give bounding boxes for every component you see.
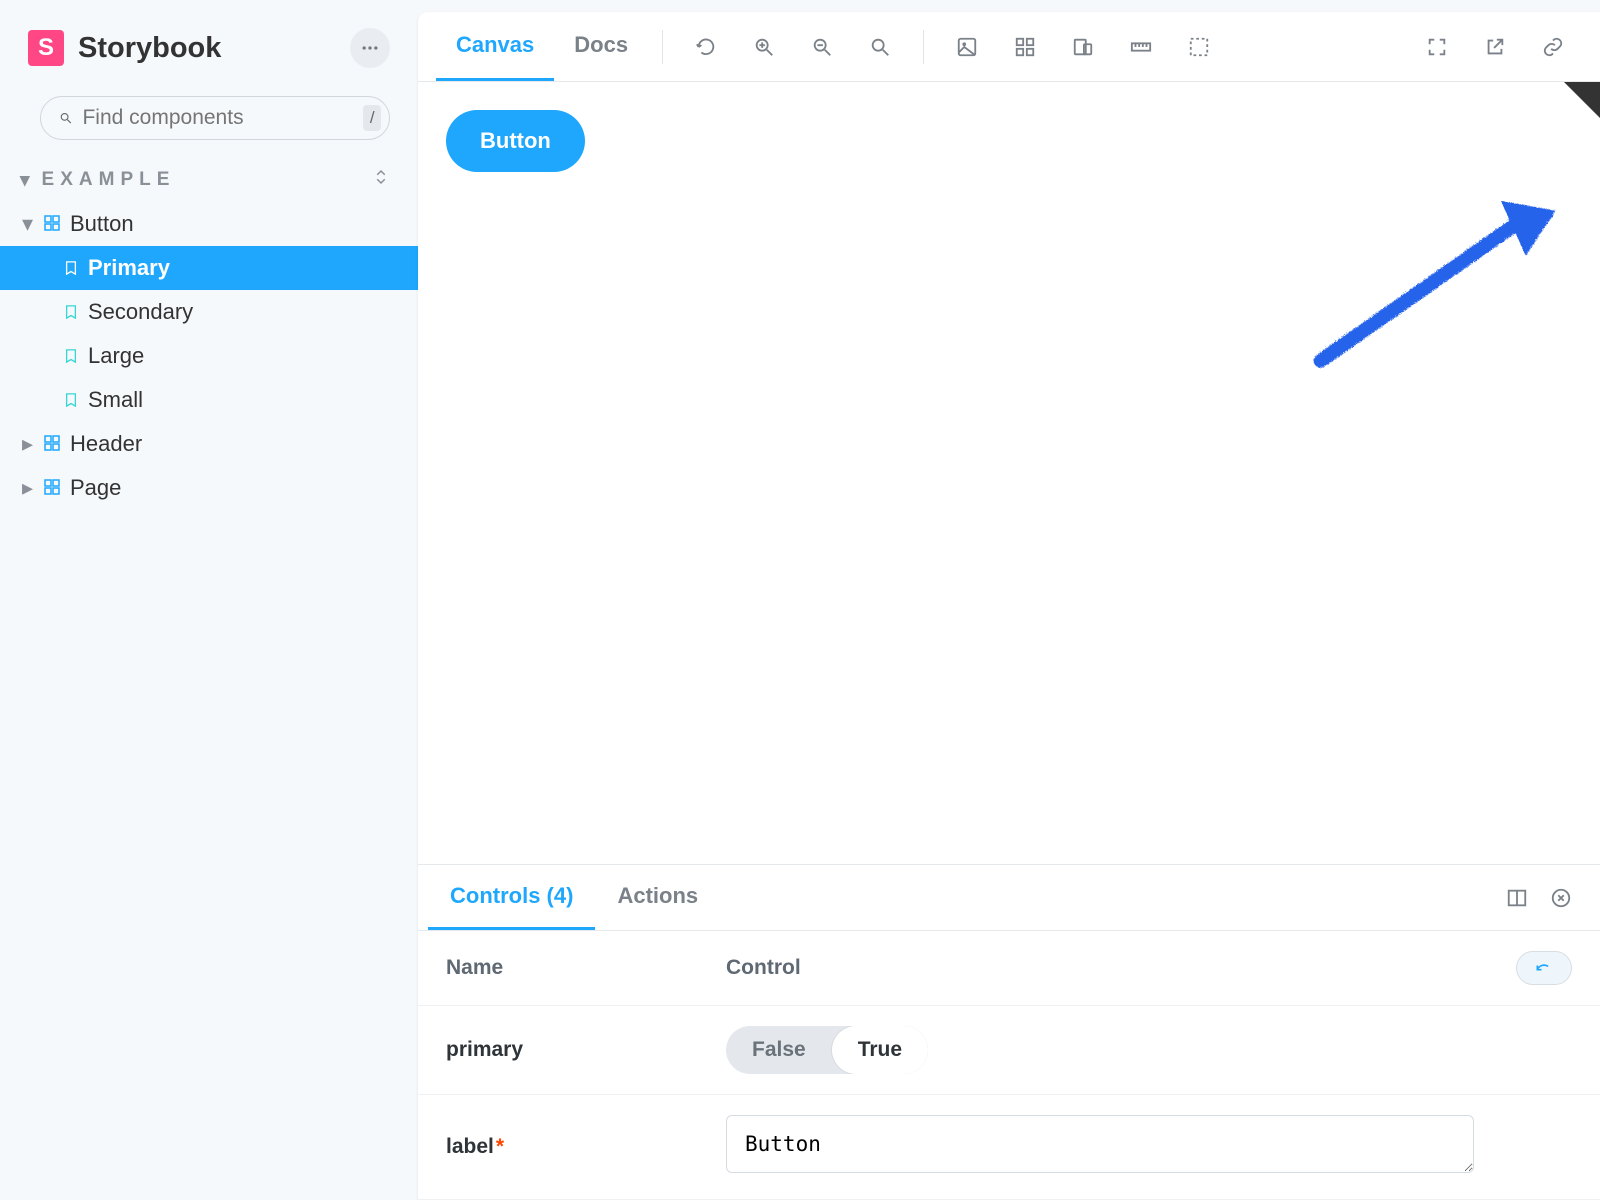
measure-button[interactable] bbox=[1122, 28, 1160, 66]
annotation-arrow-icon bbox=[1300, 190, 1560, 380]
controls-header-name: Name bbox=[446, 956, 726, 980]
tree-label: Page bbox=[70, 475, 121, 501]
zoom-out-icon bbox=[811, 36, 833, 58]
viewport-icon bbox=[1072, 36, 1094, 58]
expand-collapse-icon[interactable] bbox=[372, 168, 390, 192]
search-shortcut-badge: / bbox=[363, 105, 381, 131]
tree-label: Secondary bbox=[88, 299, 193, 325]
tab-canvas[interactable]: Canvas bbox=[436, 12, 554, 81]
image-icon bbox=[956, 36, 978, 58]
toolbar-separator bbox=[662, 30, 663, 64]
addon-tab-controls[interactable]: Controls (4) bbox=[428, 865, 595, 930]
eject-corner-button[interactable] bbox=[1564, 82, 1600, 118]
tree-label: Primary bbox=[88, 255, 170, 281]
controls-header-row: Name Control bbox=[418, 931, 1600, 1006]
tree-label: Large bbox=[88, 343, 144, 369]
brand: S Storybook bbox=[0, 28, 418, 96]
required-asterisk-icon: * bbox=[496, 1135, 504, 1158]
sidebar-group-label: EXAMPLE bbox=[42, 169, 176, 191]
reload-button[interactable] bbox=[687, 28, 725, 66]
boolean-false-option[interactable]: False bbox=[726, 1026, 832, 1074]
sidebar-item-header[interactable]: ▸ Header bbox=[0, 422, 418, 466]
component-icon bbox=[44, 211, 60, 237]
toolbar-separator bbox=[923, 30, 924, 64]
component-icon bbox=[44, 475, 60, 501]
reload-icon bbox=[695, 36, 717, 58]
controls-header-control: Control bbox=[726, 956, 1482, 980]
sidebar-tree: ▾ Button Primary Secondary bbox=[0, 202, 418, 510]
bookmark-icon bbox=[64, 299, 78, 325]
caret-right-icon: ▸ bbox=[22, 475, 34, 501]
tree-label: Small bbox=[88, 387, 143, 413]
controls-row-primary: primary False True bbox=[418, 1006, 1600, 1095]
control-name: label* bbox=[446, 1135, 726, 1159]
grid-button[interactable] bbox=[1006, 28, 1044, 66]
preview-canvas: Button bbox=[418, 82, 1600, 864]
zoom-in-button[interactable] bbox=[745, 28, 783, 66]
label-text-input[interactable] bbox=[726, 1115, 1474, 1173]
bookmark-icon bbox=[64, 255, 78, 281]
caret-down-icon: ▾ bbox=[22, 211, 34, 237]
open-in-new-tab-button[interactable] bbox=[1476, 28, 1514, 66]
addons-tabs: Controls (4) Actions bbox=[418, 865, 1600, 931]
addon-tab-actions[interactable]: Actions bbox=[595, 865, 720, 930]
close-circle-icon bbox=[1550, 887, 1572, 909]
main-panel: Canvas Docs Button bbox=[418, 12, 1600, 1200]
boolean-toggle-primary[interactable]: False True bbox=[726, 1026, 928, 1074]
sidebar-item-button-secondary[interactable]: Secondary bbox=[0, 290, 418, 334]
controls-reset-button[interactable] bbox=[1516, 951, 1572, 985]
search-icon bbox=[59, 108, 72, 128]
zoom-reset-button[interactable] bbox=[861, 28, 899, 66]
controls-row-label: label* bbox=[418, 1095, 1600, 1200]
boolean-true-option[interactable]: True bbox=[832, 1026, 928, 1074]
outline-icon bbox=[1188, 36, 1210, 58]
fullscreen-icon bbox=[1426, 36, 1448, 58]
zoom-out-button[interactable] bbox=[803, 28, 841, 66]
sidebar-item-page[interactable]: ▸ Page bbox=[0, 466, 418, 510]
sidebar-menu-button[interactable] bbox=[350, 28, 390, 68]
panel-layout-icon bbox=[1506, 887, 1528, 909]
sidebar-item-button[interactable]: ▾ Button bbox=[0, 202, 418, 246]
outline-button[interactable] bbox=[1180, 28, 1218, 66]
storybook-logo-icon: S bbox=[28, 30, 64, 66]
caret-right-icon: ▸ bbox=[22, 431, 34, 457]
zoom-in-icon bbox=[753, 36, 775, 58]
search-input[interactable] bbox=[82, 106, 353, 130]
tab-docs[interactable]: Docs bbox=[554, 12, 648, 81]
ellipsis-icon bbox=[360, 38, 380, 58]
grid-icon bbox=[1014, 36, 1036, 58]
link-icon bbox=[1542, 36, 1564, 58]
external-link-icon bbox=[1484, 36, 1506, 58]
ruler-icon bbox=[1130, 36, 1152, 58]
addons-panel: Controls (4) Actions Name Control bbox=[418, 864, 1600, 1200]
sidebar-item-button-primary[interactable]: Primary bbox=[0, 246, 418, 290]
addons-orientation-button[interactable] bbox=[1502, 883, 1532, 913]
component-icon bbox=[44, 431, 60, 457]
caret-down-icon: ▾ bbox=[20, 169, 36, 192]
tree-label: Header bbox=[70, 431, 142, 457]
undo-icon bbox=[1534, 958, 1554, 978]
brand-name: Storybook bbox=[78, 32, 221, 65]
tree-label: Button bbox=[70, 211, 134, 237]
toolbar: Canvas Docs bbox=[418, 12, 1600, 82]
copy-link-button[interactable] bbox=[1534, 28, 1572, 66]
background-button[interactable] bbox=[948, 28, 986, 66]
sidebar-item-button-large[interactable]: Large bbox=[0, 334, 418, 378]
sidebar: S Storybook / ▾ EXAMPLE ▾ bbox=[0, 0, 418, 1200]
bookmark-icon bbox=[64, 387, 78, 413]
bookmark-icon bbox=[64, 343, 78, 369]
control-name: primary bbox=[446, 1038, 726, 1062]
viewport-button[interactable] bbox=[1064, 28, 1102, 66]
sidebar-item-button-small[interactable]: Small bbox=[0, 378, 418, 422]
preview-button[interactable]: Button bbox=[446, 110, 585, 172]
search-input-wrapper[interactable]: / bbox=[40, 96, 390, 140]
addons-close-button[interactable] bbox=[1546, 883, 1576, 913]
sidebar-group-example[interactable]: ▾ EXAMPLE bbox=[0, 164, 418, 202]
fullscreen-button[interactable] bbox=[1418, 28, 1456, 66]
zoom-reset-icon bbox=[869, 36, 891, 58]
